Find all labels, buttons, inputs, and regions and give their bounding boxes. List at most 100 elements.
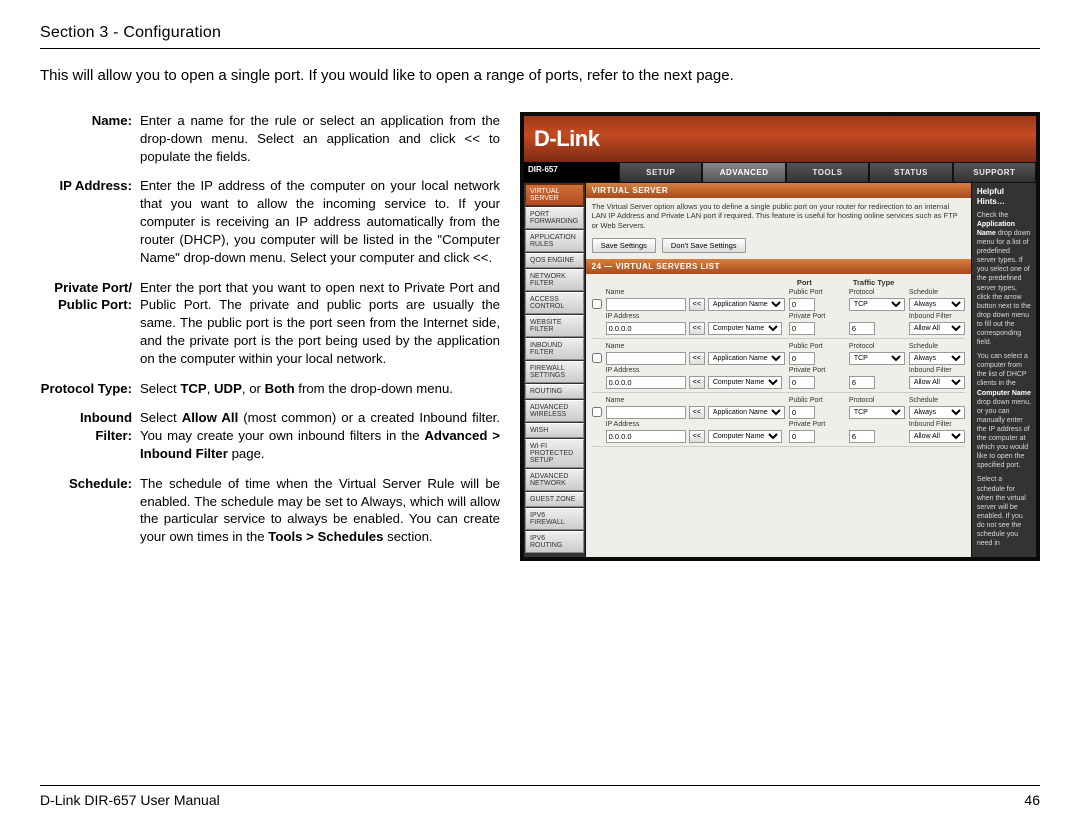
vs-row: Name <<Application Name IP Address <<Com… [592, 343, 965, 393]
hints-title: Helpful Hints… [977, 187, 1031, 208]
ip-input[interactable] [606, 430, 686, 443]
def-port: Private Port/ Public Port: Enter the por… [40, 279, 500, 368]
row-enable-checkbox[interactable] [592, 299, 602, 309]
copy-app-button[interactable]: << [689, 298, 705, 311]
application-select[interactable]: Application Name [708, 406, 785, 419]
copy-app-button[interactable]: << [689, 352, 705, 365]
section-title: Section 3 - Configuration [40, 24, 1040, 42]
copy-computer-button[interactable]: << [689, 322, 705, 335]
router-frame: DIR-657 SETUP ADVANCED TOOLS STATUS SUPP… [524, 162, 1036, 557]
hint-paragraph: You can select a computer from the list … [977, 352, 1031, 470]
private-port-input[interactable] [789, 430, 815, 443]
sidebar-item[interactable]: IPV6 ROUTING [525, 531, 584, 553]
footer-left: D-Link DIR-657 User Manual [40, 792, 220, 808]
name-label: Name [606, 343, 785, 350]
definitions-column: Name: Enter a name for the rule or selec… [40, 112, 500, 561]
inbound-filter-select[interactable]: Allow All [909, 322, 965, 335]
tab-support[interactable]: SUPPORT [953, 162, 1036, 183]
computer-select[interactable]: Computer Name [708, 430, 782, 443]
copy-computer-button[interactable]: << [689, 430, 705, 443]
dlink-logo: D-Link [534, 126, 599, 152]
def-name: Name: Enter a name for the rule or selec… [40, 112, 500, 165]
def-label: Schedule: [40, 475, 140, 546]
dont-save-button[interactable]: Don't Save Settings [662, 238, 746, 253]
protocol-num-input[interactable] [849, 376, 875, 389]
router-content: VIRTUAL SERVER The Virtual Server option… [586, 183, 971, 557]
tab-tools[interactable]: TOOLS [786, 162, 869, 183]
name-label: Name [606, 289, 785, 296]
screenshot-column: D-Link DIR-657 SETUP ADVANCED TOOLS STAT… [520, 112, 1040, 561]
sidebar-item[interactable]: ADVANCED NETWORK [525, 469, 584, 491]
schedule-select[interactable]: Always [909, 406, 965, 419]
private-port-input[interactable] [789, 376, 815, 389]
sidebar-item[interactable]: INBOUND FILTER [525, 338, 584, 360]
intro-text: This will allow you to open a single por… [40, 67, 1040, 84]
def-label: IP Address: [40, 177, 140, 266]
public-port-input[interactable] [789, 406, 815, 419]
name-input[interactable] [606, 352, 686, 365]
sidebar-item[interactable]: QOS ENGINE [525, 253, 584, 268]
def-desc: Enter the port that you want to open nex… [140, 279, 500, 368]
def-label: Inbound Filter: [40, 409, 140, 462]
sidebar-item[interactable]: APPLICATION RULES [525, 230, 584, 252]
protocol-select[interactable]: TCP [849, 352, 905, 365]
ip-input[interactable] [606, 376, 686, 389]
router-banner: D-Link [524, 116, 1036, 162]
vs-row: Name <<Application Name IP Address <<Com… [592, 397, 965, 447]
protocol-select[interactable]: TCP [849, 406, 905, 419]
protocol-select[interactable]: TCP [849, 298, 905, 311]
protocol-num-input[interactable] [849, 430, 875, 443]
sidebar-item[interactable]: ACCESS CONTROL [525, 292, 584, 314]
def-desc: Select Allow All (most common) or a crea… [140, 409, 500, 462]
top-tabs: SETUP ADVANCED TOOLS STATUS SUPPORT [619, 162, 1036, 183]
protocol-num-input[interactable] [849, 322, 875, 335]
sidebar-item[interactable]: WISH [525, 423, 584, 438]
name-input[interactable] [606, 406, 686, 419]
computer-select[interactable]: Computer Name [708, 376, 782, 389]
row-enable-checkbox[interactable] [592, 407, 602, 417]
inbound-filter-select[interactable]: Allow All [909, 376, 965, 389]
button-row: Save Settings Don't Save Settings [586, 234, 971, 259]
tab-advanced[interactable]: ADVANCED [702, 162, 785, 183]
ip-label: IP Address [606, 421, 785, 428]
ip-input[interactable] [606, 322, 686, 335]
name-input[interactable] [606, 298, 686, 311]
sidebar-item-virtual-server[interactable]: VIRTUAL SERVER [525, 184, 584, 206]
list-header: Port Traffic Type [592, 278, 965, 287]
list-title: 24 — VIRTUAL SERVERS LIST [586, 259, 971, 274]
public-port-input[interactable] [789, 298, 815, 311]
sidebar-item[interactable]: GUEST ZONE [525, 492, 584, 507]
tab-setup[interactable]: SETUP [619, 162, 702, 183]
application-select[interactable]: Application Name [708, 352, 785, 365]
sidebar-item[interactable]: WEBSITE FILTER [525, 315, 584, 337]
sidebar-item[interactable]: PORT FORWARDING [525, 207, 584, 229]
save-settings-button[interactable]: Save Settings [592, 238, 656, 253]
hint-paragraph: Select a schedule for when the virtual s… [977, 475, 1031, 548]
sidebar-item[interactable]: NETWORK FILTER [525, 269, 584, 291]
content-section-desc: The Virtual Server option allows you to … [586, 198, 971, 234]
tab-status[interactable]: STATUS [869, 162, 952, 183]
def-ip: IP Address: Enter the IP address of the … [40, 177, 500, 266]
sidebar-item[interactable]: IPV6 FIREWALL [525, 508, 584, 530]
computer-select[interactable]: Computer Name [708, 322, 782, 335]
def-schedule: Schedule: The schedule of time when the … [40, 475, 500, 546]
header-rule [40, 48, 1040, 49]
schedule-select[interactable]: Always [909, 352, 965, 365]
application-select[interactable]: Application Name [708, 298, 785, 311]
content-columns: Name: Enter a name for the rule or selec… [40, 112, 1040, 561]
ip-label: IP Address [606, 313, 785, 320]
sidebar-item[interactable]: ADVANCED WIRELESS [525, 400, 584, 422]
sidebar-item[interactable]: ROUTING [525, 384, 584, 399]
row-enable-checkbox[interactable] [592, 353, 602, 363]
schedule-select[interactable]: Always [909, 298, 965, 311]
inbound-filter-select[interactable]: Allow All [909, 430, 965, 443]
def-label: Protocol Type: [40, 380, 140, 398]
copy-app-button[interactable]: << [689, 406, 705, 419]
copy-computer-button[interactable]: << [689, 376, 705, 389]
private-port-input[interactable] [789, 322, 815, 335]
public-port-input[interactable] [789, 352, 815, 365]
def-protocol: Protocol Type: Select TCP, UDP, or Both … [40, 380, 500, 398]
def-desc: Select TCP, UDP, or Both from the drop-d… [140, 380, 500, 398]
sidebar-item[interactable]: FIREWALL SETTINGS [525, 361, 584, 383]
sidebar-item[interactable]: WI-FI PROTECTED SETUP [525, 439, 584, 468]
